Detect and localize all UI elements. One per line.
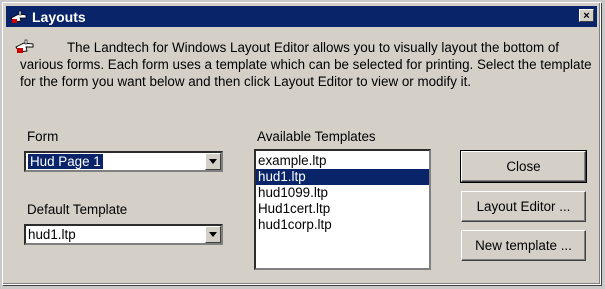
new-template-button[interactable]: New template ...	[461, 230, 586, 261]
list-item[interactable]: hud1099.ltp	[256, 185, 429, 201]
default-template-select[interactable]: hud1.ltp	[24, 224, 223, 245]
available-templates-list[interactable]: example.ltp hud1.ltp hud1099.ltp Hud1cer…	[254, 149, 431, 270]
list-item[interactable]: example.ltp	[256, 153, 429, 169]
available-templates-label: Available Templates	[257, 129, 376, 144]
form-dropdown-button[interactable]	[205, 153, 221, 170]
default-template-label: Default Template	[27, 202, 128, 217]
form-select[interactable]: Hud Page 1	[24, 151, 223, 172]
close-window-button[interactable]: ×	[579, 9, 594, 22]
pointing-hand-icon	[10, 10, 27, 23]
list-item[interactable]: hud1corp.ltp	[256, 217, 429, 233]
description-text: The Landtech for Windows Layout Editor a…	[20, 40, 592, 89]
default-template-dropdown-button[interactable]	[205, 226, 221, 243]
layout-editor-button[interactable]: Layout Editor ...	[461, 191, 586, 222]
form-select-value: Hud Page 1	[28, 154, 103, 169]
layouts-dialog: Layouts × The Landtech for Windows Layou…	[2, 2, 601, 285]
list-item-selected[interactable]: hud1.ltp	[256, 169, 429, 185]
close-button[interactable]: Close	[460, 150, 587, 183]
close-icon: ×	[583, 10, 590, 22]
chevron-down-icon	[209, 159, 217, 164]
chevron-down-icon	[209, 232, 217, 237]
default-template-value: hud1.ltp	[28, 227, 76, 242]
window-title: Layouts	[32, 8, 86, 25]
form-label: Form	[27, 129, 59, 144]
title-bar[interactable]: Layouts ×	[6, 6, 597, 27]
list-item[interactable]: Hud1cert.ltp	[256, 201, 429, 217]
